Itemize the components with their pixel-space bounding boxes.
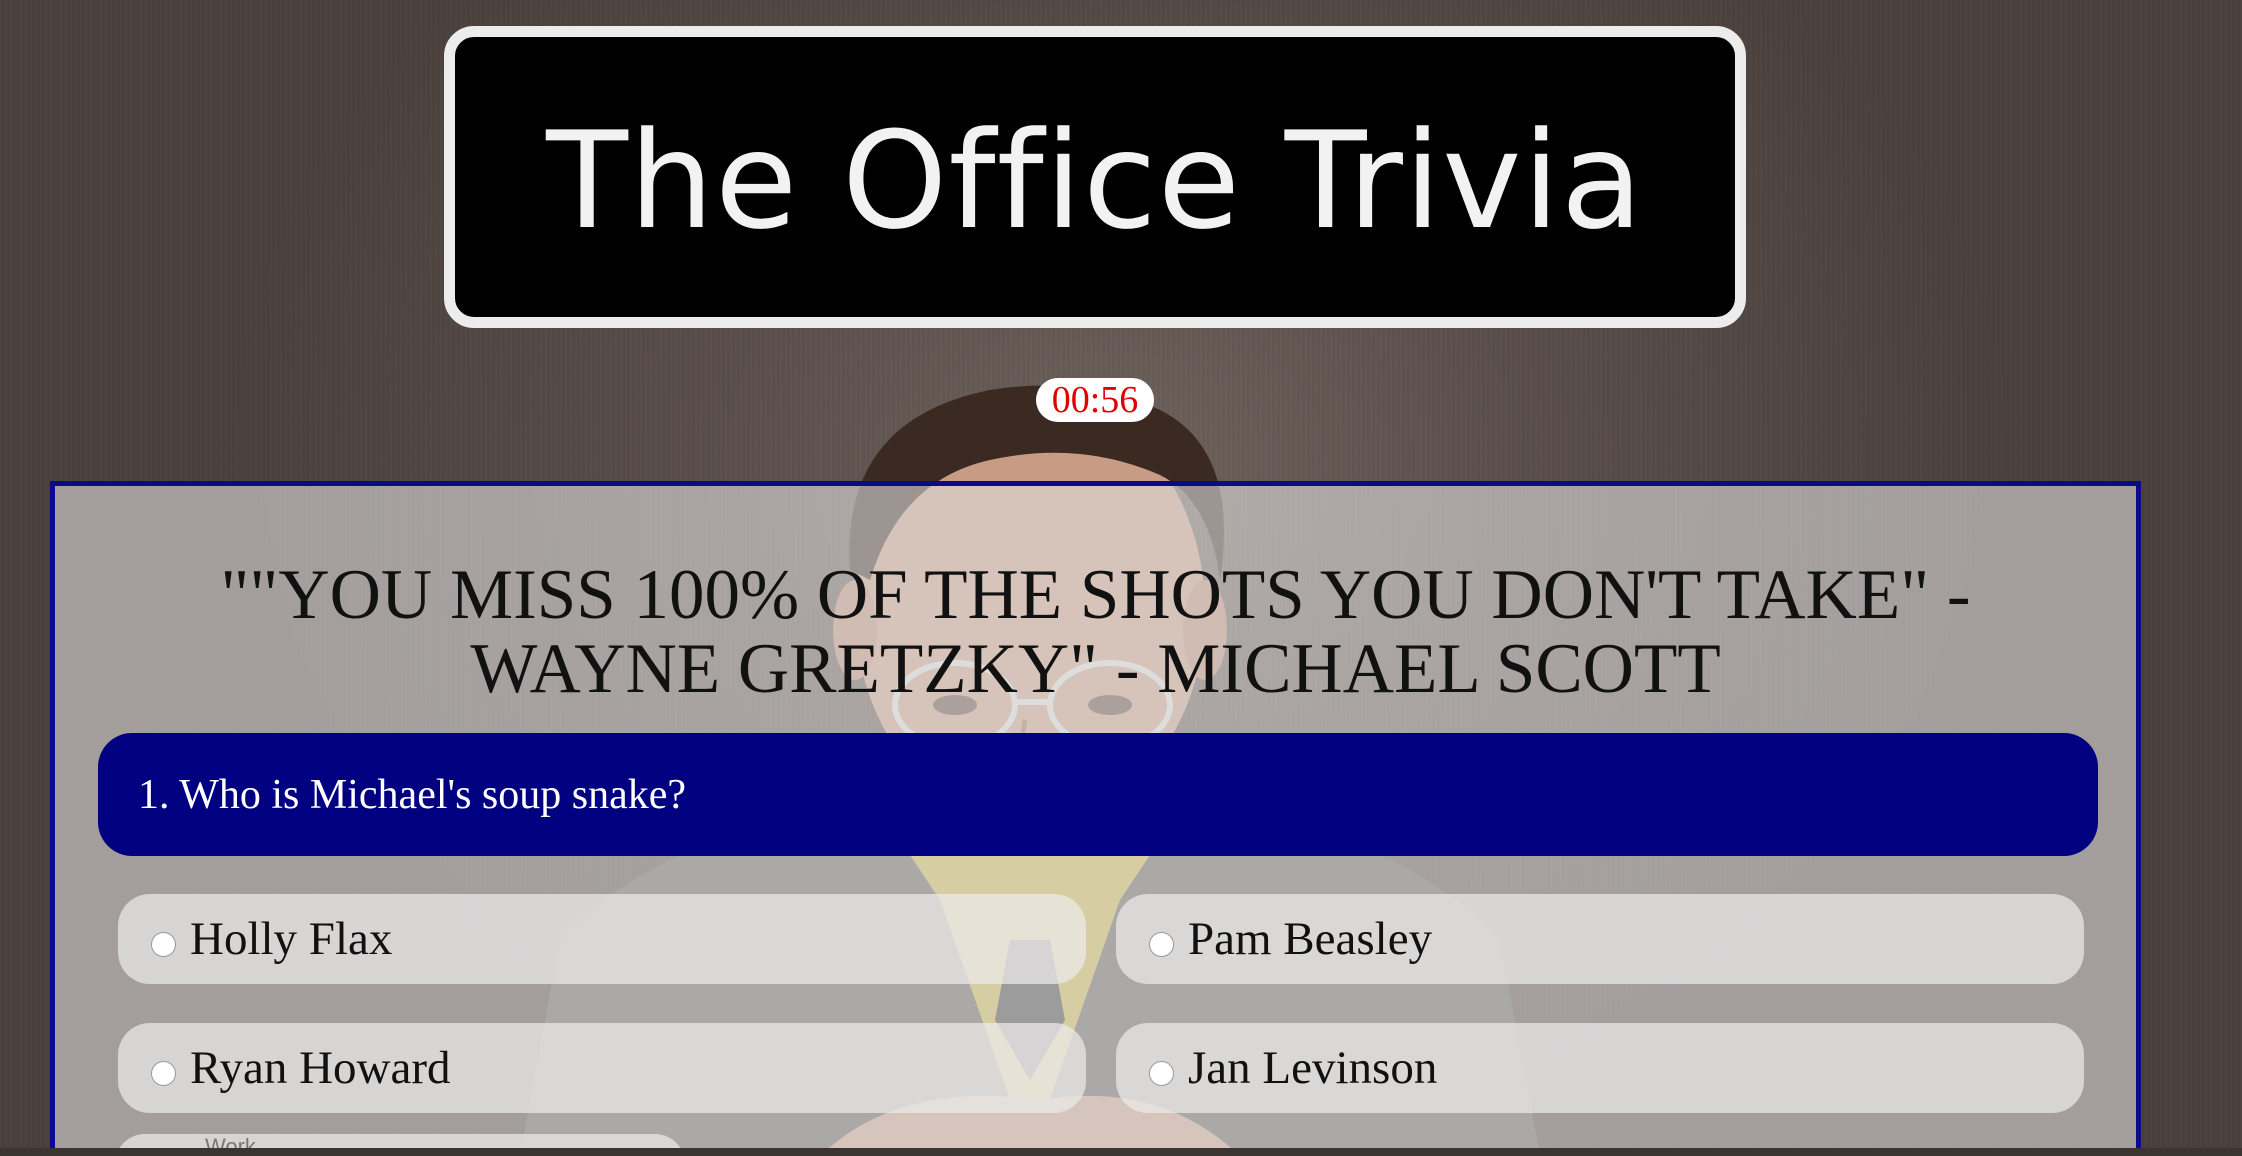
answer-option-holly-flax[interactable]: Holly Flax: [118, 894, 1086, 984]
bottom-edge-strip: [0, 1148, 2242, 1156]
answer-option-pam-beasley[interactable]: Pam Beasley: [1116, 894, 2084, 984]
countdown-timer: 00:56: [1036, 378, 1154, 422]
question-banner: 1. Who is Michael's soup snake?: [98, 733, 2098, 856]
answer-label: Pam Beasley: [1188, 913, 1433, 965]
radio-button-icon[interactable]: [1149, 931, 1174, 957]
answer-label: Ryan Howard: [190, 1042, 451, 1094]
answer-label: Holly Flax: [190, 913, 393, 965]
radio-button-icon[interactable]: [151, 931, 176, 957]
radio-button-icon[interactable]: [151, 1060, 176, 1086]
question-text: 1. Who is Michael's soup snake?: [138, 771, 687, 818]
answer-option-jan-levinson[interactable]: Jan Levinson: [1116, 1023, 2084, 1113]
answer-label: Jan Levinson: [1188, 1042, 1438, 1094]
quote-heading: ""YOU MISS 100% OF THE SHOTS YOU DON'T T…: [220, 556, 1971, 708]
quiz-panel: ""YOU MISS 100% OF THE SHOTS YOU DON'T T…: [50, 481, 2141, 1156]
title-banner: The Office Trivia: [444, 26, 1746, 328]
page-title: The Office Trivia: [546, 103, 1644, 259]
radio-button-icon[interactable]: [1149, 1060, 1174, 1086]
answer-option-ryan-howard[interactable]: Ryan Howard: [118, 1023, 1086, 1113]
